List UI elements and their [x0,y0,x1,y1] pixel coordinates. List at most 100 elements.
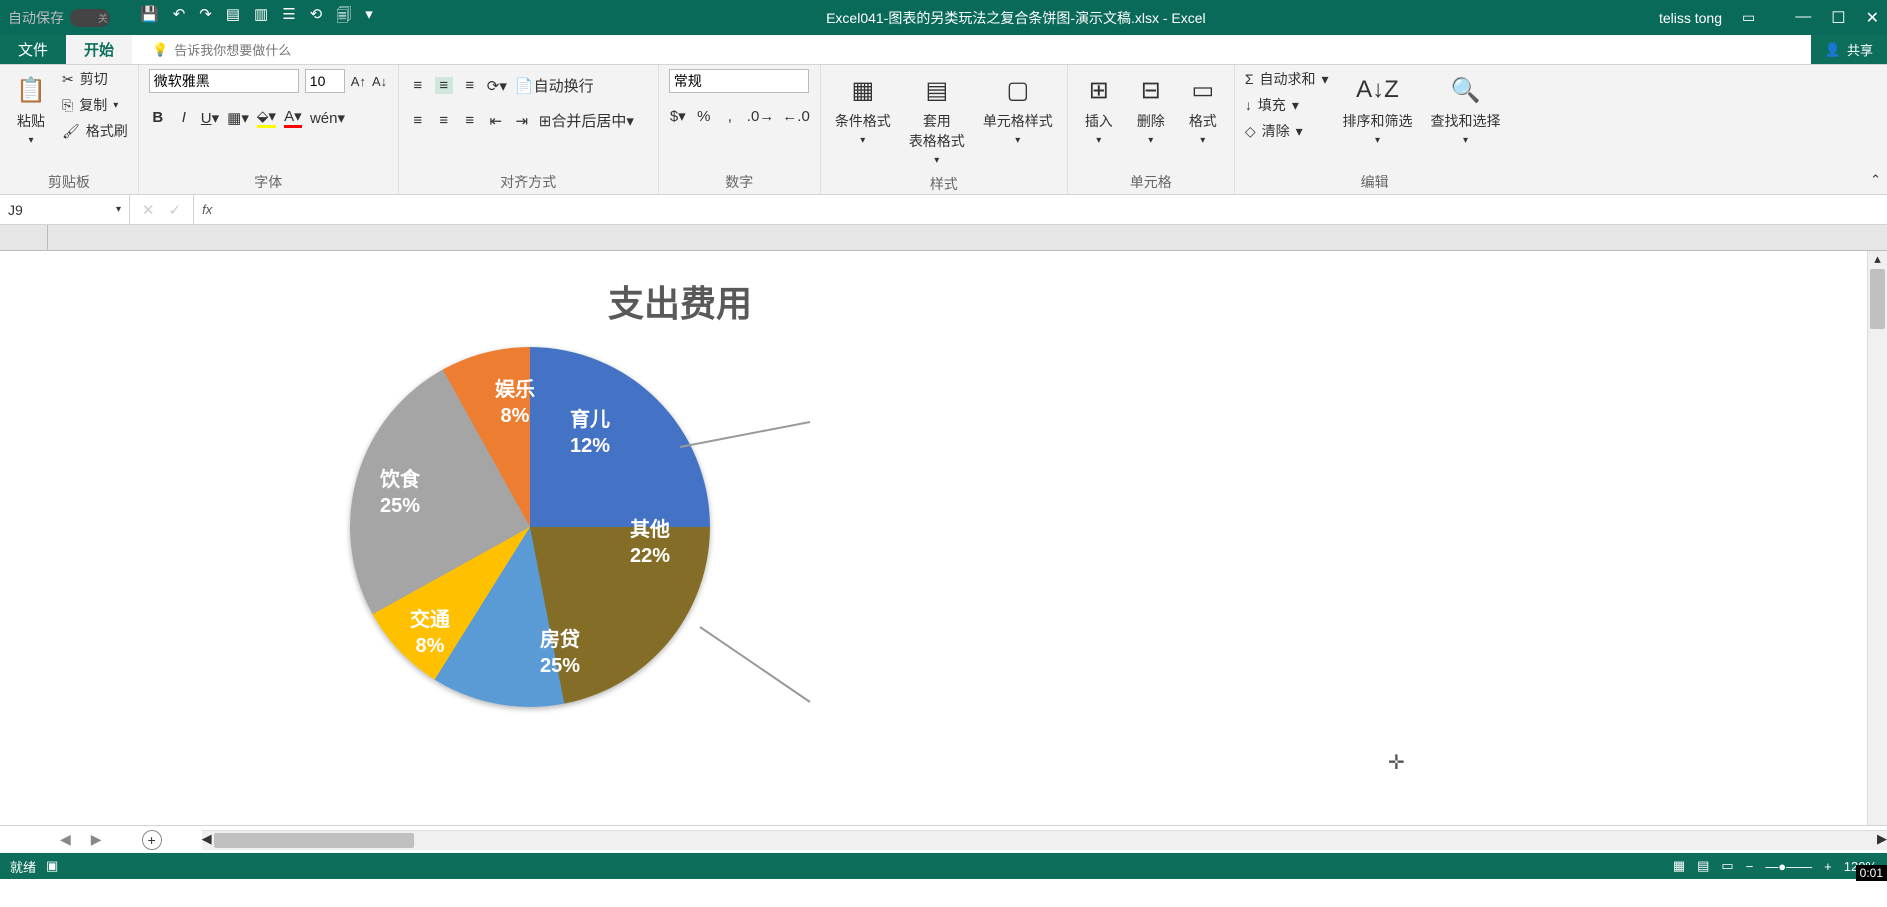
copy-button[interactable]: ⎘复制▾ [62,95,128,115]
increase-font-icon[interactable]: A↑ [351,74,366,89]
share-icon: 👤 [1825,42,1841,58]
underline-button[interactable]: U▾ [201,109,219,127]
align-middle-icon[interactable]: ≡ [435,77,453,94]
merge-button[interactable]: ⊞合并后居中▾ [539,110,634,131]
select-all-corner[interactable] [0,225,48,251]
tell-me[interactable]: 💡 告诉我你想要做什么 [152,35,291,64]
name-box[interactable]: J9▾ [0,195,130,224]
indent-increase-icon[interactable]: ⇥ [513,112,531,130]
ribbon-display-icon[interactable]: ▭ [1742,9,1755,26]
align-right-icon[interactable]: ≡ [461,112,479,129]
user-name[interactable]: teliss tong [1659,10,1722,26]
font-name-input[interactable] [149,69,299,93]
undo-icon[interactable]: ↶ [173,5,186,30]
zoom-out-icon[interactable]: − [1746,859,1754,874]
format-button[interactable]: ▭格式▾ [1182,69,1224,150]
pie-body: 房贷25% 其他22% 育儿12% 娱乐8% 饮食25% 交通8% [350,347,710,707]
wrap-text-button[interactable]: 📄自动换行 [515,75,594,96]
phonetic-button[interactable]: wén▾ [310,109,345,127]
autosave-label: 自动保存 [8,8,64,28]
align-bottom-icon[interactable]: ≡ [461,77,479,94]
worksheet-grid[interactable]: 支出费用 房贷25% 其他22% 育儿12% 娱乐8% 饮食25% 交通8% ▴… [0,225,1887,825]
currency-icon[interactable]: $▾ [669,107,687,125]
font-color-button[interactable]: A▾ [284,107,302,128]
italic-button[interactable]: I [175,109,193,126]
toggle-switch[interactable]: 关 [70,9,110,27]
minimize-icon[interactable]: — [1795,8,1811,28]
indent-decrease-icon[interactable]: ⇤ [487,112,505,130]
view-pagebreak-icon[interactable]: ▭ [1721,858,1733,874]
zoom-slider[interactable]: —●—— [1765,859,1812,874]
align-center-icon[interactable]: ≡ [435,112,453,129]
qat-dropdown-icon[interactable]: ▾ [365,5,373,30]
align-top-icon[interactable]: ≡ [409,77,427,94]
group-label: 编辑 [1245,168,1505,192]
border-button[interactable]: ▦▾ [227,109,249,127]
vertical-scrollbar[interactable]: ▴ [1867,251,1887,825]
bold-button[interactable]: B [149,109,167,126]
align-left-icon[interactable]: ≡ [409,112,427,129]
orientation-icon[interactable]: ⟳▾ [487,77,507,95]
qat-icon[interactable]: ☰ [282,5,295,30]
percent-icon[interactable]: % [695,108,713,125]
find-select-button[interactable]: 🔍查找和选择▾ [1427,69,1505,150]
close-icon[interactable]: ✕ [1866,8,1879,28]
macro-icon[interactable]: ▣ [46,858,58,874]
insert-button[interactable]: ⊞插入▾ [1078,69,1120,150]
cell-styles-button[interactable]: ▢单元格样式▾ [979,69,1057,150]
slice-label: 育儿12% [570,407,610,459]
decrease-decimal-icon[interactable]: ←.0 [782,108,810,125]
font-size-input[interactable] [305,69,345,93]
add-sheet-button[interactable]: + [142,830,162,850]
autosum-button[interactable]: Σ自动求和▾ [1245,69,1329,89]
increase-decimal-icon[interactable]: .0→ [747,108,775,125]
chart-object[interactable]: 支出费用 房贷25% 其他22% 育儿12% 娱乐8% 饮食25% 交通8% [320,265,1040,795]
title-bar: 自动保存 关 💾 ↶ ↷ ▤ ▥ ☰ ⟲ 🗐 ▾ Excel041-图表的另类玩… [0,0,1887,35]
cursor-icon: ✛ [1388,750,1405,775]
cut-button[interactable]: ✂剪切 [62,69,128,89]
view-layout-icon[interactable]: ▤ [1697,858,1709,874]
cancel-icon[interactable]: ✕ [142,201,155,219]
decrease-font-icon[interactable]: A↓ [372,74,387,89]
qat-icon[interactable]: ▥ [254,5,268,30]
qat-icon[interactable]: ⟲ [310,5,323,30]
qat-icon[interactable]: 🗐 [336,5,351,30]
share-button[interactable]: 👤 共享 [1811,35,1887,64]
table-icon: ▤ [920,73,954,107]
format-painter-button[interactable]: 🖌格式刷 [62,121,128,141]
formula-input[interactable]: fx [194,195,1887,224]
slice-label: 其他22% [630,517,670,569]
qat-icon[interactable]: ▤ [226,5,240,30]
fx-icon[interactable]: fx [202,202,212,217]
clear-button[interactable]: ◇清除▾ [1245,121,1329,141]
table-format-button[interactable]: ▤套用 表格格式▾ [905,69,969,170]
tab-开始[interactable]: 开始 [66,35,132,64]
horizontal-scrollbar[interactable]: ◀▶ [202,830,1887,850]
tab-file[interactable]: 文件 [0,35,66,64]
group-font: A↑ A↓ B I U▾ ▦▾ ⬙▾ A▾ wén▾ 字体 [139,65,399,194]
collapse-ribbon-icon[interactable]: ⌃ [1864,166,1887,194]
scissors-icon: ✂ [62,71,74,88]
fill-color-button[interactable]: ⬙▾ [257,107,276,128]
autosave-toggle[interactable]: 自动保存 关 [8,8,110,28]
redo-icon[interactable]: ↷ [199,5,212,30]
delete-button[interactable]: ⊟删除▾ [1130,69,1172,150]
group-editing: Σ自动求和▾ ↓填充▾ ◇清除▾ A↓Z排序和筛选▾ 🔍查找和选择▾ 编辑 [1235,65,1515,194]
paste-button[interactable]: 📋 粘贴 ▾ [10,69,52,150]
chart-title: 支出费用 [320,275,1040,327]
fill-button[interactable]: ↓填充▾ [1245,95,1329,115]
copy-icon: ⎘ [62,97,73,114]
sheet-nav-prev-icon[interactable]: ◀ [60,831,71,848]
sort-filter-button[interactable]: A↓Z排序和筛选▾ [1339,69,1417,150]
save-icon[interactable]: 💾 [140,5,159,30]
group-label: 数字 [669,168,810,192]
conditional-format-button[interactable]: ▦条件格式▾ [831,69,895,150]
comma-icon[interactable]: , [721,108,739,125]
number-format-select[interactable] [669,69,809,93]
view-normal-icon[interactable]: ▦ [1673,858,1685,874]
sheet-nav-next-icon[interactable]: ▶ [91,831,102,848]
insert-icon: ⊞ [1082,73,1116,107]
zoom-in-icon[interactable]: + [1824,859,1832,874]
confirm-icon[interactable]: ✓ [169,201,182,219]
maximize-icon[interactable]: ☐ [1831,8,1845,28]
